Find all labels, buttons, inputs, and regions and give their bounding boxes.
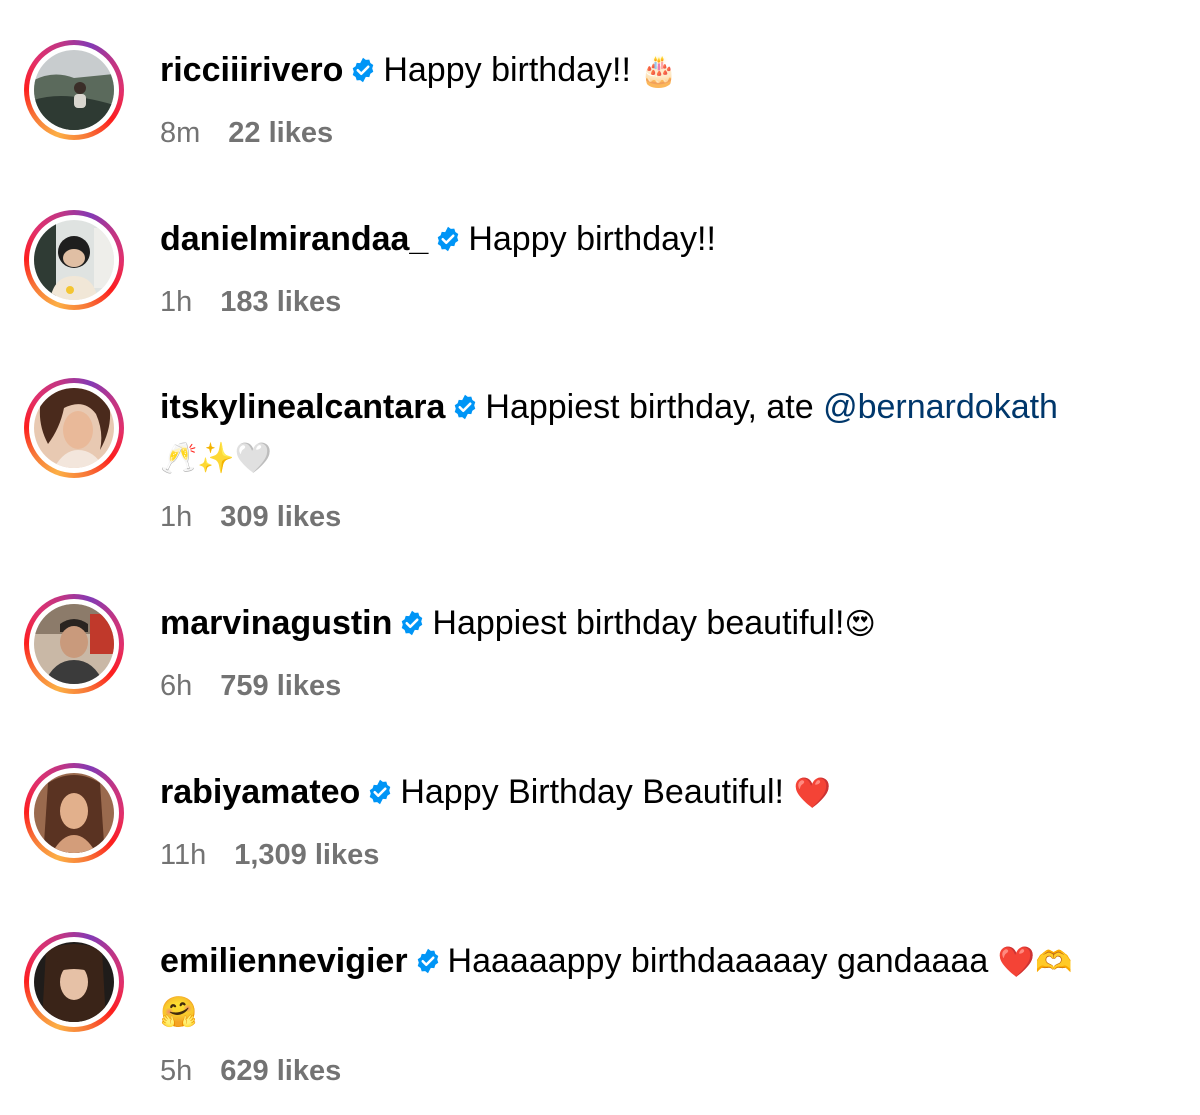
red-heart-emoji-icon: ❤️ <box>793 776 831 811</box>
story-ring[interactable] <box>24 40 124 140</box>
avatar[interactable] <box>34 942 114 1022</box>
comment-line: emiliennevigier Haaaaappy birthdaaaaay ga… <box>160 936 1072 989</box>
comment-meta: 6h 759 likes <box>160 666 341 706</box>
comment-line: ricciiirivero Happy birthday!! 🎂 <box>160 45 678 98</box>
comment-text: Happy birthday!! <box>383 51 631 89</box>
comment-line: rabiyamateo Happy Birthday Beautiful! ❤️ <box>160 767 831 820</box>
avatar[interactable] <box>34 773 114 853</box>
comment-text: Haaaaappy birthdaaaaay gandaaaa <box>447 942 989 980</box>
heart-hands-emoji-icon: ❤️🫶 <box>997 945 1073 980</box>
story-ring[interactable] <box>24 378 124 478</box>
profile-photo-icon <box>34 942 114 1022</box>
username-link[interactable]: emiliennevigier <box>160 942 408 980</box>
heart-eyes-emoji-icon: 😍 <box>844 607 876 642</box>
comment-line-continued: 🥂✨🤍 <box>160 432 272 484</box>
verified-badge-icon <box>414 939 442 989</box>
comment-time[interactable]: 8m <box>160 117 200 149</box>
comment-meta: 1h 309 likes <box>160 497 341 537</box>
comment-line: itskylinealcantara Happiest birthday, ate… <box>160 382 1058 435</box>
comment-meta: 1h 183 likes <box>160 282 341 322</box>
comment-line: danielmirandaa_ Happy birthday!! <box>160 214 716 267</box>
comment-time[interactable]: 11h <box>160 839 206 871</box>
profile-photo-icon <box>34 220 114 300</box>
comment-line: marvinagustin Happiest birthday beautiful… <box>160 598 876 651</box>
mention-link[interactable]: @bernardokath <box>823 388 1058 426</box>
story-ring[interactable] <box>24 210 124 310</box>
cake-emoji-icon: 🎂 <box>640 54 678 89</box>
story-ring[interactable] <box>24 763 124 863</box>
likes-count[interactable]: 1,309 likes <box>234 839 379 871</box>
comment-meta: 11h 1,309 likes <box>160 835 379 875</box>
avatar[interactable] <box>34 604 114 684</box>
comment-meta: 8m 22 likes <box>160 113 333 153</box>
verified-badge-icon <box>366 770 394 820</box>
celebration-emoji-icon: 🥂✨🤍 <box>160 441 273 476</box>
verified-badge-icon <box>398 601 426 651</box>
likes-count[interactable]: 309 likes <box>220 501 341 533</box>
profile-photo-icon <box>34 773 114 853</box>
comment-time[interactable]: 5h <box>160 1055 192 1087</box>
comment-line-continued: 🤗 <box>160 986 197 1038</box>
avatar[interactable] <box>34 220 114 300</box>
comment-meta: 5h 629 likes <box>160 1051 341 1091</box>
avatar[interactable] <box>34 388 114 468</box>
username-link[interactable]: ricciiirivero <box>160 51 343 89</box>
username-link[interactable]: rabiyamateo <box>160 773 360 811</box>
profile-photo-icon <box>34 604 114 684</box>
comment-time[interactable]: 6h <box>160 670 192 702</box>
comment-text: Happy Birthday Beautiful! <box>400 773 784 811</box>
username-link[interactable]: marvinagustin <box>160 604 392 642</box>
verified-badge-icon <box>434 217 462 267</box>
comment-time[interactable]: 1h <box>160 286 192 318</box>
story-ring[interactable] <box>24 932 124 1032</box>
profile-photo-icon <box>34 388 114 468</box>
comment-text: Happiest birthday, ate <box>485 388 814 426</box>
profile-photo-icon <box>34 50 114 130</box>
avatar[interactable] <box>34 50 114 130</box>
likes-count[interactable]: 183 likes <box>220 286 341 318</box>
story-ring[interactable] <box>24 594 124 694</box>
likes-count[interactable]: 759 likes <box>220 670 341 702</box>
hugging-face-emoji-icon: 🤗 <box>160 995 198 1030</box>
verified-badge-icon <box>349 48 377 98</box>
comment-text: Happy birthday!! <box>468 220 716 258</box>
comment-text: Happiest birthday beautiful! <box>432 604 845 642</box>
likes-count[interactable]: 629 likes <box>220 1055 341 1087</box>
comment-time[interactable]: 1h <box>160 501 192 533</box>
username-link[interactable]: danielmirandaa_ <box>160 220 428 258</box>
likes-count[interactable]: 22 likes <box>228 117 333 149</box>
username-link[interactable]: itskylinealcantara <box>160 388 445 426</box>
verified-badge-icon <box>451 385 479 435</box>
